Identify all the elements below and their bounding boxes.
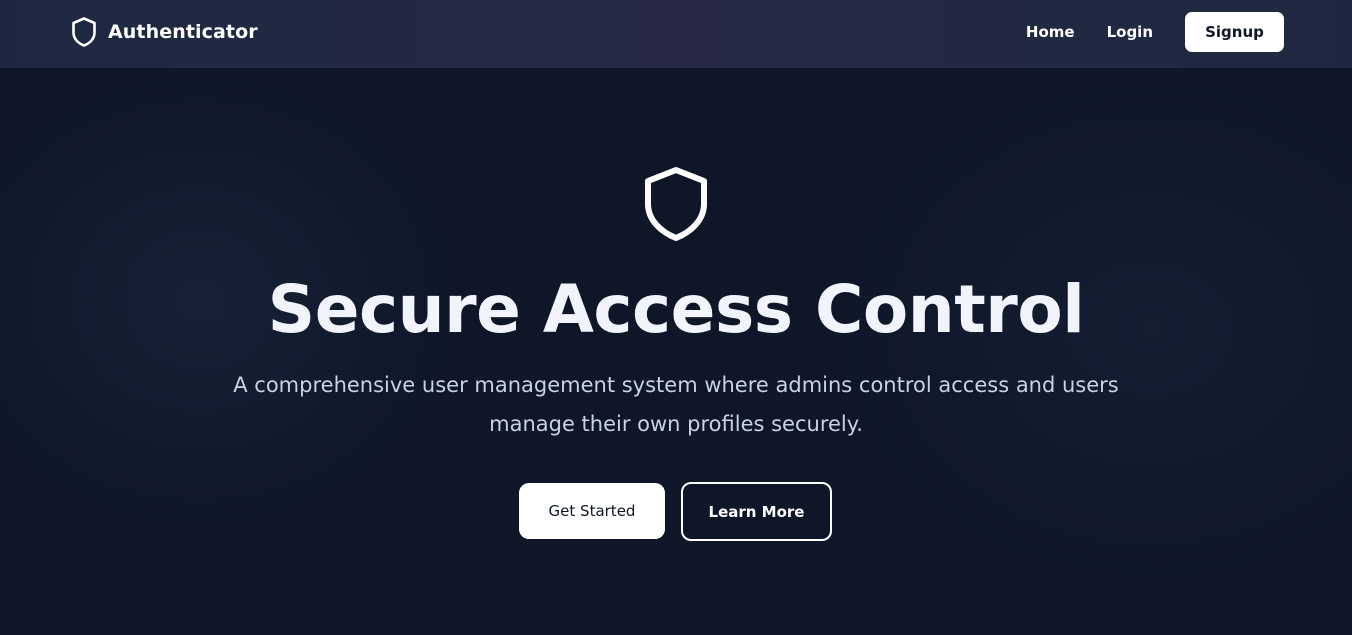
hero-actions: Get Started Learn More xyxy=(519,482,832,541)
learn-more-button[interactable]: Learn More xyxy=(681,482,832,541)
get-started-button[interactable]: Get Started xyxy=(519,483,665,539)
landing-page: Authenticator Home Login Signup Secure A… xyxy=(0,0,1352,635)
nav-login-link[interactable]: Login xyxy=(1107,23,1153,41)
nav-home-link[interactable]: Home xyxy=(1026,23,1075,41)
shield-icon xyxy=(645,167,707,241)
brand-name: Authenticator xyxy=(108,21,258,43)
shield-icon xyxy=(72,17,96,47)
hero-title: Secure Access Control xyxy=(267,271,1085,348)
signup-button[interactable]: Signup xyxy=(1185,12,1284,52)
nav-links: Home Login Signup xyxy=(1026,12,1284,52)
brand-logo[interactable]: Authenticator xyxy=(71,16,258,48)
hero-subtitle: A comprehensive user management system w… xyxy=(233,373,1119,436)
navbar: Authenticator Home Login Signup xyxy=(0,0,1352,68)
